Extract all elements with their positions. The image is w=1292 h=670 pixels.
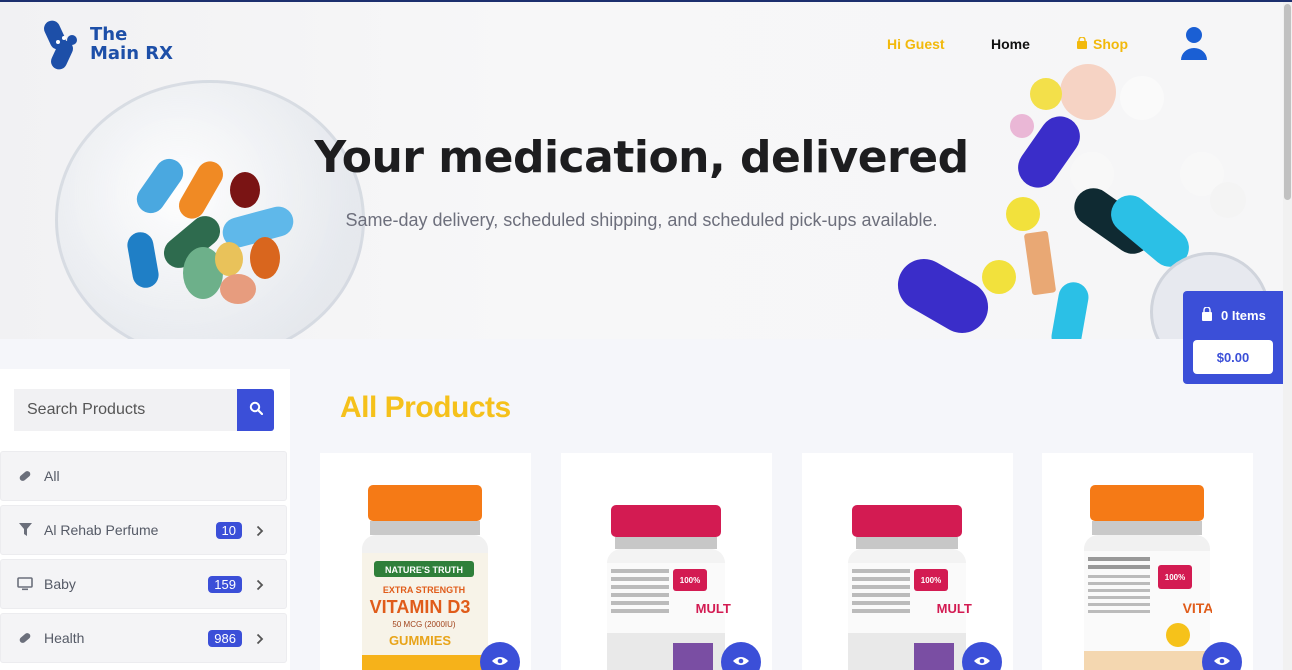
product-card[interactable]: 100% MULTI	[802, 453, 1013, 670]
search-button[interactable]	[237, 389, 274, 431]
chevron-right-icon	[256, 524, 264, 537]
category-baby[interactable]: Baby 159	[0, 559, 287, 609]
tablet-image	[1030, 78, 1062, 110]
category-count-badge: 159	[208, 575, 242, 593]
hero-banner: The Main RX Hi Guest Home Shop Your medi…	[0, 2, 1283, 339]
softgel-image	[215, 242, 243, 276]
product-image: 100% MULTI	[848, 505, 972, 670]
category-label: All	[44, 468, 60, 484]
cart-items: 0 Items	[1201, 306, 1266, 324]
user-account-icon[interactable]	[1180, 26, 1208, 60]
category-al-rehab-perfume[interactable]: Al Rehab Perfume 10	[0, 505, 287, 555]
softgel-image	[220, 274, 256, 304]
view-product-button[interactable]	[480, 642, 520, 670]
product-badge: 100%	[1165, 573, 1185, 582]
product-card[interactable]: 100% MULTI	[561, 453, 772, 670]
logo-icon	[44, 18, 84, 70]
product-name: VITA	[1183, 600, 1212, 616]
product-name: MULTI	[937, 601, 972, 616]
eye-icon	[1214, 653, 1230, 670]
hero-title: Your medication, delivered	[314, 132, 969, 183]
product-badge: 100%	[680, 576, 700, 585]
product-card[interactable]: 100% VITA	[1042, 453, 1253, 670]
category-count-badge: 10	[215, 521, 242, 539]
product-badge: 100%	[921, 576, 941, 585]
tablet-image	[1023, 230, 1057, 296]
product-form: GUMMIES	[389, 633, 451, 648]
category-label: Health	[44, 630, 85, 646]
product-name: MULTI	[696, 601, 731, 616]
category-label: Al Rehab Perfume	[44, 522, 159, 538]
logo-line-2: Main RX	[90, 43, 174, 64]
view-product-button[interactable]	[721, 642, 761, 670]
logo-line-1: The	[90, 24, 128, 45]
eye-icon	[492, 653, 508, 670]
cart-total[interactable]: $0.00	[1193, 340, 1273, 374]
category-all[interactable]: All	[0, 451, 287, 501]
nav-home-link[interactable]: Home	[991, 36, 1030, 52]
product-strength: EXTRA STRENGTH	[383, 585, 465, 595]
page-scrollbar[interactable]	[1283, 2, 1292, 670]
category-label: Baby	[44, 576, 76, 592]
eye-icon	[733, 653, 749, 670]
tablet-image	[1060, 64, 1116, 120]
product-image: NATURE'S TRUTH EXTRA STRENGTH VITAMIN D3…	[362, 485, 488, 670]
tablet-image	[1120, 76, 1164, 120]
product-card[interactable]: NATURE'S TRUTH EXTRA STRENGTH VITAMIN D3…	[320, 453, 531, 670]
tablet-image	[982, 260, 1016, 294]
nav-shop-link[interactable]: Shop	[1076, 36, 1128, 52]
softgel-image	[250, 237, 280, 279]
eye-icon	[974, 653, 990, 670]
shopping-bag-icon	[1201, 306, 1213, 324]
section-title: All Products	[340, 391, 511, 424]
product-brand: NATURE'S TRUTH	[385, 565, 463, 575]
product-image: 100% MULTI	[607, 505, 731, 670]
hero-subtitle: Same-day delivery, scheduled shipping, a…	[345, 210, 938, 230]
filter-icon	[17, 522, 33, 538]
product-search	[14, 389, 274, 431]
floating-cart[interactable]: 0 Items $0.00	[1183, 291, 1283, 384]
logo[interactable]: The Main RX	[44, 18, 173, 70]
cart-items-label: 0 Items	[1221, 308, 1266, 323]
shopping-bag-icon	[1076, 36, 1088, 52]
view-product-button[interactable]	[1202, 642, 1242, 670]
search-icon	[249, 401, 263, 420]
view-product-button[interactable]	[962, 642, 1002, 670]
category-health[interactable]: Health 986	[0, 613, 287, 663]
monitor-icon	[17, 576, 33, 592]
category-sidebar: All Al Rehab Perfume 10 Baby 159 Health …	[0, 369, 290, 670]
category-count-badge: 986	[208, 629, 242, 647]
capsule-image	[888, 249, 998, 339]
product-dose: 50 MCG (2000IU)	[392, 620, 455, 629]
nav-shop-label: Shop	[1093, 36, 1128, 52]
scrollbar-thumb[interactable]	[1284, 4, 1291, 200]
greeting-link[interactable]: Hi Guest	[887, 36, 945, 52]
pill-icon	[17, 630, 33, 646]
logo-text: The Main RX	[90, 25, 173, 63]
search-input[interactable]	[14, 389, 237, 431]
product-image: 100% VITA	[1084, 485, 1212, 670]
chevron-right-icon	[256, 632, 264, 645]
pill-icon	[17, 468, 33, 484]
chevron-right-icon	[256, 578, 264, 591]
product-name: VITAMIN D3	[370, 597, 471, 617]
